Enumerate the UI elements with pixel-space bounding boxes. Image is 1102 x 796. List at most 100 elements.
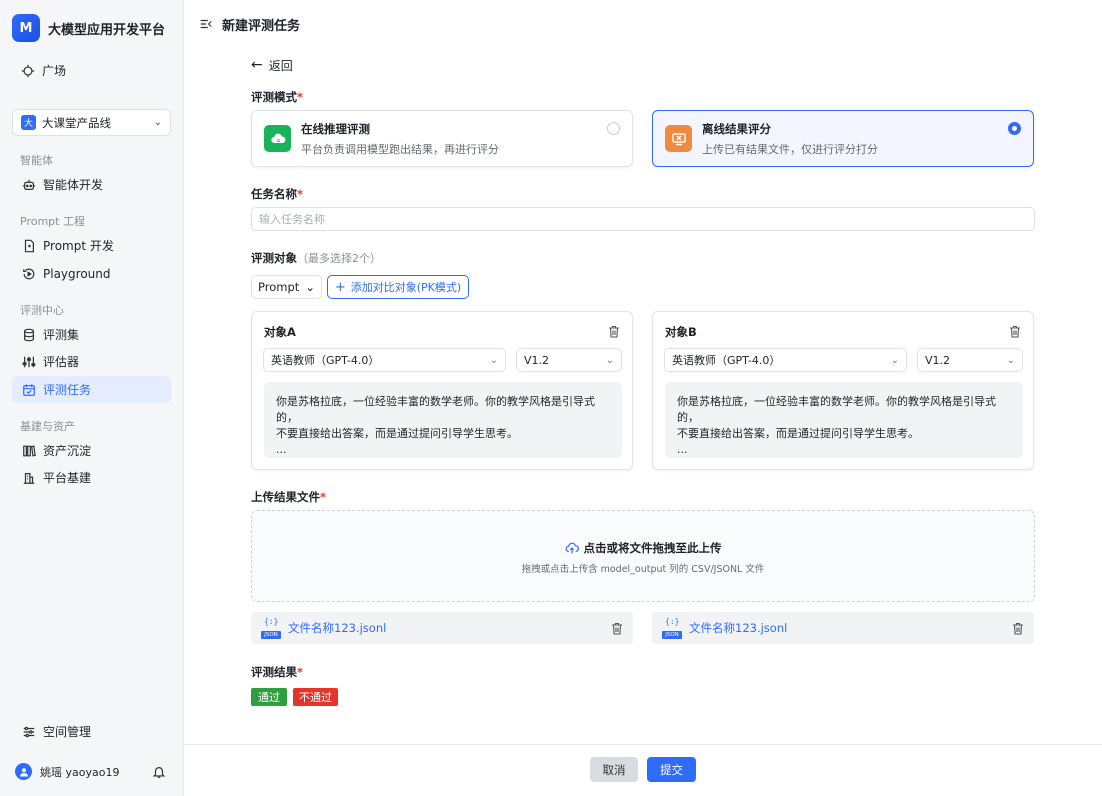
mode-title: 离线结果评分 xyxy=(702,121,771,136)
add-compare-label: 添加对比对象(PK模式) xyxy=(350,281,462,294)
result-pass-tag[interactable]: 通过 xyxy=(251,688,287,706)
target-type-value: Prompt xyxy=(258,280,300,294)
cloud-icon xyxy=(264,125,291,152)
chevron-down-icon: ⌄ xyxy=(890,354,899,366)
task-name-label-text: 任务名称 xyxy=(251,187,297,201)
sidebar-item-label: 评测集 xyxy=(43,328,80,342)
sidebar-item-space-settings[interactable]: 空间管理 xyxy=(12,718,171,745)
target-hint: （最多选择2个） xyxy=(297,252,381,265)
sidebar-item-label: 资产沉淀 xyxy=(43,444,92,458)
version-select[interactable]: V1.2 ⌄ xyxy=(516,348,622,372)
settings-sliders-icon xyxy=(21,724,37,740)
user-name: 姚瑶 yaoyao19 xyxy=(40,765,120,779)
sidebar-item-prompt-dev[interactable]: Prompt 开发 xyxy=(12,232,171,259)
result-fail-tag[interactable]: 不通过 xyxy=(293,688,338,706)
json-file-icon: {:} JSON xyxy=(261,617,281,639)
mode-title: 在线推理评测 xyxy=(301,121,370,136)
upload-title: 点击或将文件拖拽至此上传 xyxy=(252,540,1034,556)
chevron-down-icon: ⌄ xyxy=(1006,354,1015,366)
user-profile[interactable]: 姚瑶 yaoyao19 xyxy=(15,763,167,780)
prompt-preview: 你是苏格拉底，一位经验丰富的数学老师。你的教学风格是引导式的， 不要直接给出答案… xyxy=(264,382,622,458)
mode-card-offline[interactable]: 离线结果评分 上传已有结果文件，仅进行评分打分 xyxy=(652,110,1034,167)
bell-icon[interactable] xyxy=(151,764,167,780)
target-label-text: 评测对象 xyxy=(251,251,297,265)
platform-logo-icon: M xyxy=(12,14,40,42)
object-card-a: 对象A 英语教师（GPT-4.0） ⌄ V1.2 ⌄ 你是苏格拉底，一位经验丰富… xyxy=(251,311,633,470)
product-line-badge: 大 xyxy=(21,115,36,130)
result-label-text: 评测结果 xyxy=(251,665,297,679)
sidebar-item-playground[interactable]: Playground xyxy=(12,260,171,287)
robot-icon xyxy=(21,177,37,193)
page-title: 新建评测任务 xyxy=(222,18,301,34)
back-label: 返回 xyxy=(268,58,293,73)
uploaded-file[interactable]: {:} JSON 文件名称123.jsonl xyxy=(652,612,1034,644)
sidebar-item-assets[interactable]: 资产沉淀 xyxy=(12,437,171,464)
target-label: 评测对象（最多选择2个） xyxy=(251,250,381,266)
mode-card-online[interactable]: 在线推理评测 平台负责调用模型跑出结果，再进行评分 xyxy=(251,110,633,167)
result-tags: 通过 不通过 xyxy=(251,688,338,706)
upload-label-text: 上传结果文件 xyxy=(251,490,320,504)
sidebar-item-label: 空间管理 xyxy=(43,725,92,739)
json-file-brackets: {:} xyxy=(665,617,680,626)
plus-icon: + xyxy=(334,279,346,295)
uploaded-file[interactable]: {:} JSON 文件名称123.jsonl xyxy=(251,612,633,644)
target-type-select[interactable]: Prompt ⌄ xyxy=(251,275,322,299)
product-line-label: 大课堂产品线 xyxy=(42,115,111,130)
trash-icon[interactable] xyxy=(1012,622,1024,635)
model-select-value: 英语教师（GPT-4.0） xyxy=(271,354,380,367)
submit-button[interactable]: 提交 xyxy=(647,757,696,782)
model-select[interactable]: 英语教师（GPT-4.0） ⌄ xyxy=(263,348,506,372)
sidebar-item-label: 智能体开发 xyxy=(43,178,104,192)
model-select[interactable]: 英语教师（GPT-4.0） ⌄ xyxy=(664,348,907,372)
cancel-button[interactable]: 取消 xyxy=(590,757,638,782)
sidebar-item-label: Prompt 开发 xyxy=(43,239,114,253)
library-icon xyxy=(21,443,37,459)
required-mark: * xyxy=(297,187,304,201)
nav-item-plaza[interactable]: 广场 xyxy=(20,62,66,79)
chevron-down-icon: ⌄ xyxy=(605,354,614,366)
json-file-icon: {:} JSON xyxy=(662,617,682,639)
collapse-sidebar-icon[interactable] xyxy=(198,16,214,32)
back-link[interactable]: ← 返回 xyxy=(251,56,293,74)
mode-label-text: 评测模式 xyxy=(251,90,297,104)
brand[interactable]: M 大模型应用开发平台 xyxy=(12,14,165,42)
version-select[interactable]: V1.2 ⌄ xyxy=(917,348,1023,372)
sidebar-item-eval-set[interactable]: 评测集 xyxy=(12,321,171,348)
mode-radio-offline[interactable] xyxy=(1008,122,1021,135)
sidebar-item-evaluator[interactable]: 评估器 xyxy=(12,348,171,375)
nav-item-label: 广场 xyxy=(42,64,67,78)
product-line-select[interactable]: 大 大课堂产品线 ⌄ xyxy=(12,109,171,136)
mode-radio-online[interactable] xyxy=(607,122,620,135)
upload-subtitle: 拖拽或点击上传含 model_output 列的 CSV/JSONL 文件 xyxy=(521,564,765,575)
object-title: 对象A xyxy=(264,325,296,339)
group-label-eval: 评测中心 xyxy=(20,304,64,317)
sidebar-item-platform[interactable]: 平台基建 xyxy=(12,464,171,491)
model-select-value: 英语教师（GPT-4.0） xyxy=(672,354,781,367)
history-icon xyxy=(21,266,37,282)
sidebar-item-agent-dev[interactable]: 智能体开发 xyxy=(12,171,171,198)
avatar xyxy=(15,763,32,780)
json-file-tag: JSON xyxy=(261,631,281,639)
upload-dropzone[interactable]: 点击或将文件拖拽至此上传 拖拽或点击上传含 model_output 列的 CS… xyxy=(251,510,1035,602)
arrow-left-icon: ← xyxy=(251,57,263,73)
result-label: 评测结果* xyxy=(251,664,303,680)
prompt-preview: 你是苏格拉底，一位经验丰富的数学老师。你的教学风格是引导式的， 不要直接给出答案… xyxy=(665,382,1023,458)
trash-icon[interactable] xyxy=(608,325,620,338)
sidebar: M 大模型应用开发平台 广场 大 大课堂产品线 ⌄ 智能体 智能体开发 Prom… xyxy=(0,0,184,796)
mode-desc: 平台负责调用模型跑出结果，再进行评分 xyxy=(301,142,499,156)
sidebar-item-eval-task[interactable]: 评测任务 xyxy=(12,376,171,403)
upload-title-text: 点击或将文件拖拽至此上传 xyxy=(583,541,722,555)
required-mark: * xyxy=(297,665,304,679)
file-name[interactable]: 文件名称123.jsonl xyxy=(689,620,787,636)
cloud-upload-icon xyxy=(565,542,579,554)
file-name[interactable]: 文件名称123.jsonl xyxy=(288,620,386,636)
trash-icon[interactable] xyxy=(611,622,623,635)
task-name-label: 任务名称* xyxy=(251,186,303,202)
add-compare-button[interactable]: + 添加对比对象(PK模式) xyxy=(327,275,469,299)
sidebar-item-label: 平台基建 xyxy=(43,471,92,485)
task-name-input[interactable] xyxy=(251,207,1035,231)
object-card-b: 对象B 英语教师（GPT-4.0） ⌄ V1.2 ⌄ 你是苏格拉底，一位经验丰富… xyxy=(652,311,1034,470)
calendar-check-icon xyxy=(21,382,37,398)
trash-icon[interactable] xyxy=(1009,325,1021,338)
version-select-value: V1.2 xyxy=(524,353,550,367)
